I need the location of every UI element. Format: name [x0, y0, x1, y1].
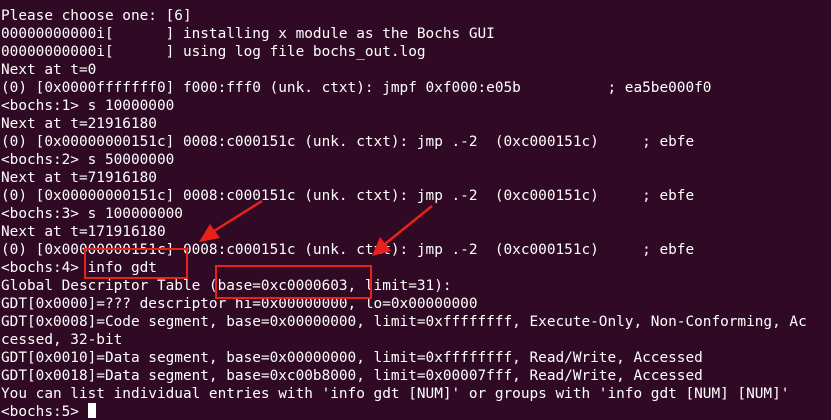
terminal-line: <bochs:2> s 50000000	[1, 152, 175, 168]
terminal-line: <bochs:1> s 10000000	[1, 98, 175, 114]
terminal-line: 00000000000i[ ] using log file bochs_out…	[1, 44, 426, 60]
terminal-prompt-line[interactable]: <bochs:5>	[1, 403, 96, 420]
terminal-line: Global Descriptor Table (base=0xc0000603…	[1, 278, 452, 294]
terminal-line: You can list individual entries with 'in…	[1, 386, 790, 402]
terminal-line: GDT[0x0018]=Data segment, base=0xc00b800…	[1, 368, 703, 384]
terminal-line: <bochs:4> info gdt	[1, 260, 157, 276]
terminal-line: (0) [0x00000000151c] 0008:c000151c (unk.…	[1, 242, 695, 258]
terminal-prompt: <bochs:5>	[1, 404, 88, 420]
terminal-line: GDT[0x0008]=Code segment, base=0x0000000…	[1, 314, 807, 330]
arrow-to-command	[199, 199, 263, 242]
terminal-line: Please choose one: [6]	[1, 8, 192, 24]
terminal-line: Next at t=71916180	[1, 170, 157, 186]
terminal-window[interactable]: Please choose one: [6] 00000000000i[ ] i…	[0, 0, 831, 420]
terminal-cursor	[87, 403, 96, 418]
terminal-line: cessed, 32-bit	[1, 332, 123, 348]
terminal-line: (0) [0x0000fffffff0] f000:fff0 (unk. ctx…	[1, 80, 712, 96]
terminal-line: GDT[0x0000]=??? descriptor hi=0x00000000…	[1, 296, 478, 312]
terminal-line: 00000000000i[ ] installing x module as t…	[1, 26, 495, 42]
terminal-line: Next at t=171916180	[1, 224, 166, 240]
terminal-line: Next at t=0	[1, 62, 97, 78]
terminal-line: (0) [0x00000000151c] 0008:c000151c (unk.…	[1, 134, 695, 150]
terminal-line: (0) [0x00000000151c] 0008:c000151c (unk.…	[1, 188, 695, 204]
terminal-line: GDT[0x0010]=Data segment, base=0x0000000…	[1, 350, 703, 366]
terminal-line: <bochs:3> s 100000000	[1, 206, 183, 222]
terminal-line: Next at t=21916180	[1, 116, 157, 132]
